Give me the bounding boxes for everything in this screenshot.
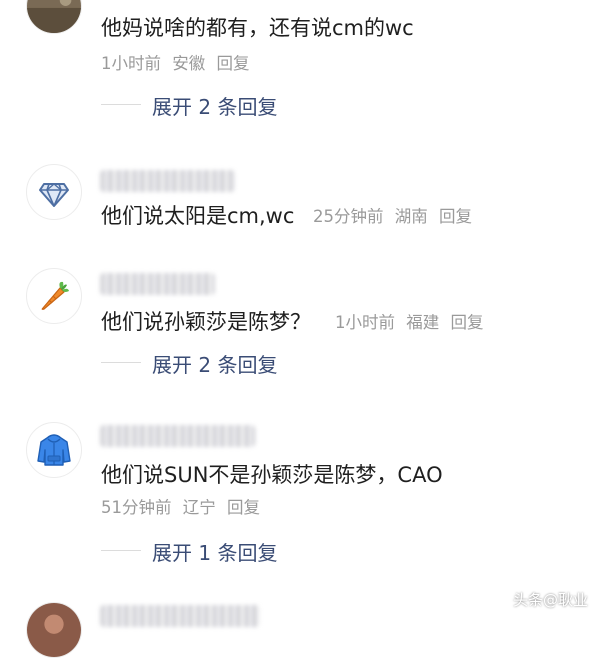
username-blurred[interactable] — [100, 605, 260, 627]
comment-location: 湖南 — [394, 207, 428, 226]
expand-replies-button[interactable]: 展开 2 条回复 — [152, 91, 277, 120]
avatar[interactable] — [26, 268, 82, 324]
reply-button[interactable]: 回复 — [439, 207, 472, 226]
comment-meta: 1小时前 福建 回复 — [335, 309, 490, 333]
reply-button[interactable]: 回复 — [217, 54, 250, 73]
landscape-photo-icon — [27, 0, 81, 33]
diamond-icon — [39, 183, 69, 207]
expand-replies-button[interactable]: 展开 2 条回复 — [152, 349, 277, 378]
comment-meta: 51分钟前 辽宁 回复 — [101, 494, 266, 518]
comment-text: 他们说孙颖莎是陈梦？ — [101, 310, 311, 334]
avatar[interactable] — [26, 0, 82, 34]
watermark: 头条@耿业 — [512, 591, 588, 609]
avatar[interactable] — [26, 602, 82, 658]
divider — [101, 362, 141, 363]
comment-time: 51分钟前 — [101, 498, 172, 517]
carrot-icon — [41, 281, 69, 310]
comment-time: 25分钟前 — [313, 207, 384, 226]
comment-time: 1小时前 — [101, 54, 161, 73]
divider — [101, 104, 141, 105]
comment-location: 辽宁 — [182, 498, 216, 517]
username-blurred[interactable] — [100, 170, 235, 192]
username-blurred[interactable] — [100, 425, 255, 447]
comment-time: 1小时前 — [335, 313, 395, 332]
reply-button[interactable]: 回复 — [227, 498, 260, 517]
comment-text: 他妈说啥的都有，还有说cm的wc — [101, 16, 414, 40]
avatar[interactable] — [26, 422, 82, 478]
comment-meta: 25分钟前 湖南 回复 — [313, 203, 478, 227]
username-blurred[interactable] — [100, 273, 215, 295]
comment-meta: 1小时前 安徽 回复 — [101, 50, 256, 74]
comment-location: 安徽 — [172, 54, 206, 73]
profile-photo-icon — [27, 603, 81, 657]
comment-location: 福建 — [406, 313, 440, 332]
hoodie-icon — [37, 434, 71, 466]
reply-button[interactable]: 回复 — [451, 313, 484, 332]
avatar[interactable] — [26, 164, 82, 220]
divider — [101, 550, 141, 551]
comment-text: 他们说太阳是cm,wc — [101, 204, 295, 228]
expand-replies-button[interactable]: 展开 1 条回复 — [152, 537, 277, 566]
comment-text: 他们说SUN不是孙颖莎是陈梦，CAO — [101, 463, 443, 487]
